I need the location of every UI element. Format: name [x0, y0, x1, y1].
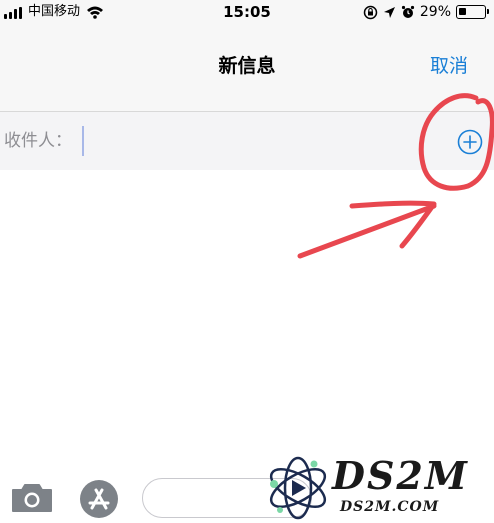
recipient-input[interactable] — [82, 126, 412, 156]
location-icon — [383, 6, 395, 18]
watermark-logo — [269, 456, 327, 520]
recipient-label: 收件人： — [4, 131, 72, 151]
watermark-subtitle: DS2M.COM — [340, 499, 440, 515]
page-title: 新信息 — [218, 55, 276, 77]
status-right: 29% — [363, 3, 489, 21]
battery-icon — [456, 5, 489, 19]
cancel-button[interactable]: 取消 — [430, 54, 468, 78]
recipient-row: 收件人： — [0, 112, 494, 170]
camera-icon[interactable] — [10, 482, 54, 514]
alarm-icon — [401, 5, 414, 18]
status-bar: 中国移动 15:05 29% — [0, 0, 494, 26]
app-store-icon[interactable] — [78, 478, 120, 520]
watermark: DS2M DS2M.COM — [262, 450, 494, 523]
lock-rotation-icon — [363, 5, 378, 19]
plus-circle-icon[interactable] — [456, 128, 484, 156]
annotation-arrow — [297, 200, 437, 259]
navigation-bar: 新信息 取消 — [0, 26, 494, 112]
battery-fill — [459, 8, 466, 15]
watermark-title: DS2M — [332, 453, 469, 498]
battery-percent: 29% — [419, 4, 451, 20]
